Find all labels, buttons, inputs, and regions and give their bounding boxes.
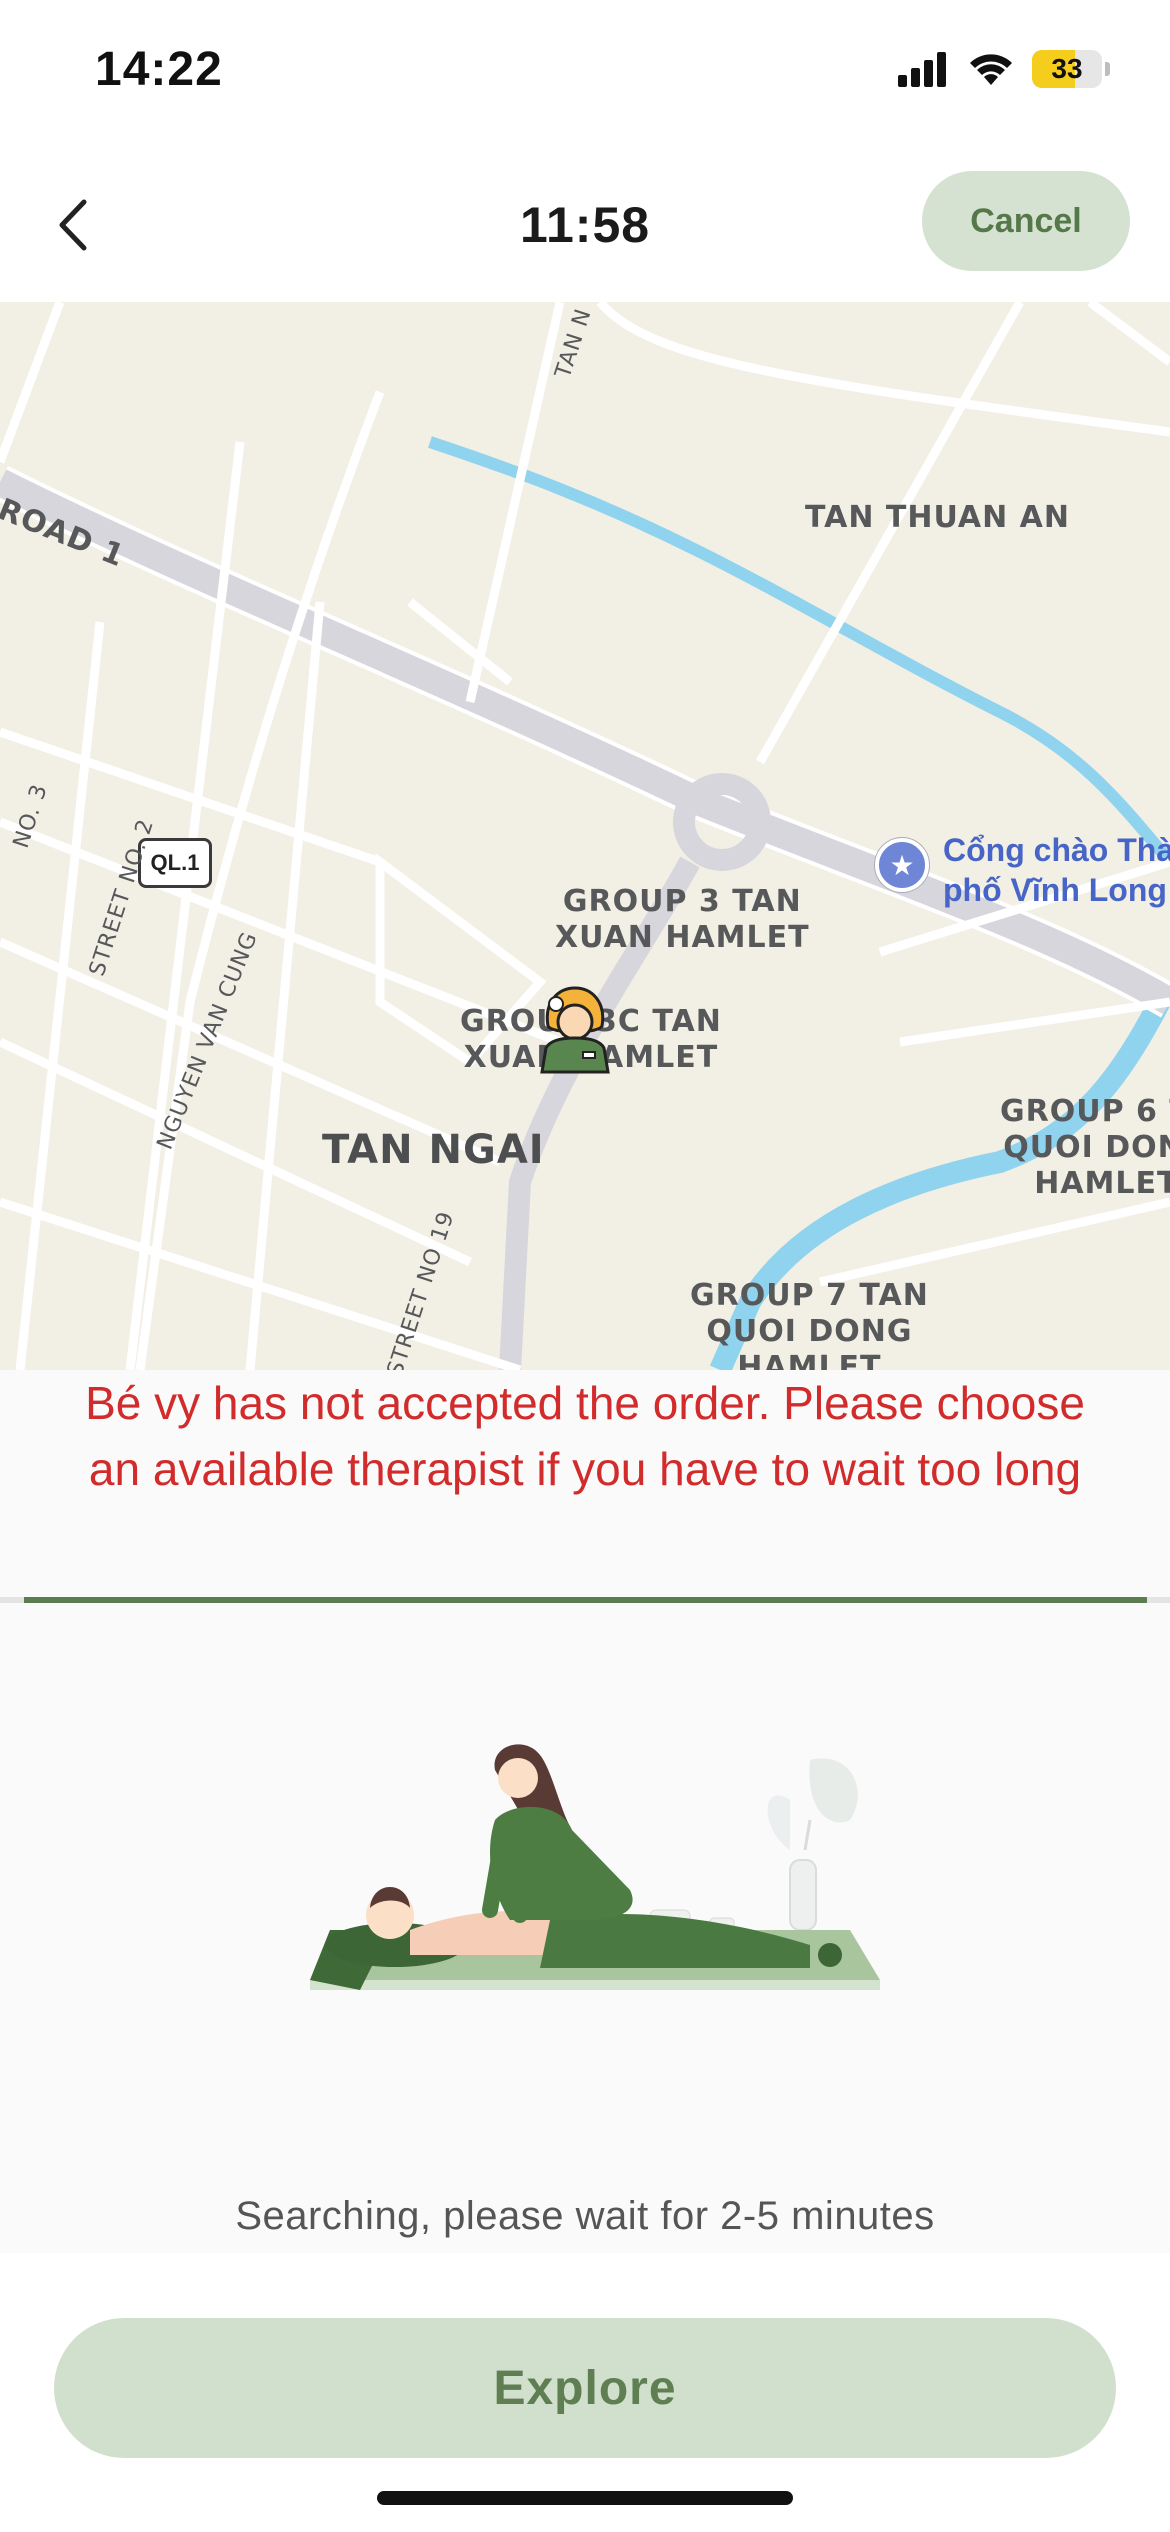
searching-message: Searching, please wait for 2-5 minutes	[235, 2194, 935, 2238]
map-label-group6: GROUP 6 TA QUOI DONG HAMLET	[1000, 1094, 1170, 1201]
status-bar: 14:22 33	[0, 0, 1170, 150]
battery-cap	[1105, 62, 1110, 76]
status-sheet: Bé vy has not accepted the order. Please…	[0, 1370, 1170, 2253]
poi-label: Cổng chào Thà phố Vĩnh Long	[943, 832, 1170, 908]
explore-button[interactable]: Explore	[54, 2318, 1116, 2458]
map-label-group7: GROUP 7 TAN QUOI DONG HAMLET	[690, 1278, 929, 1370]
star-icon: ★	[875, 838, 929, 892]
progress-fill	[24, 1597, 1148, 1603]
battery-icon: 33	[1032, 50, 1102, 88]
wifi-icon	[970, 54, 1012, 85]
home-indicator[interactable]	[377, 2491, 793, 2505]
massage-illustration	[310, 1744, 880, 1990]
battery-percent: 33	[1051, 53, 1083, 84]
status-icons: 33	[898, 50, 1110, 88]
search-progress-bar	[0, 1597, 1170, 1603]
nav-bar: 11:58 Cancel	[0, 150, 1170, 302]
signal-icon	[898, 52, 946, 87]
map-label-tan-ngai: TAN NGAI	[322, 1127, 545, 1173]
map-label-group3: GROUP 3 TAN XUAN HAMLET	[555, 884, 810, 955]
back-button[interactable]	[48, 190, 118, 260]
chevron-left-icon	[59, 199, 87, 251]
not-accepted-alert: Bé vy has not accepted the order. Please…	[85, 1377, 1085, 1495]
poi-cong-chao[interactable]: ★ Cổng chào Thà phố Vĩnh Long	[875, 830, 1170, 910]
cancel-button[interactable]: Cancel	[922, 171, 1130, 271]
therapist-marker-icon[interactable]	[536, 982, 614, 1074]
map-label-tan-thuan-an: TAN THUAN AN	[805, 500, 1071, 535]
status-time: 14:22	[95, 43, 223, 96]
map-view[interactable]: TAN THUAN AN ROAD 1 QL.1 GROUP 3 TAN XUA…	[0, 302, 1170, 1370]
